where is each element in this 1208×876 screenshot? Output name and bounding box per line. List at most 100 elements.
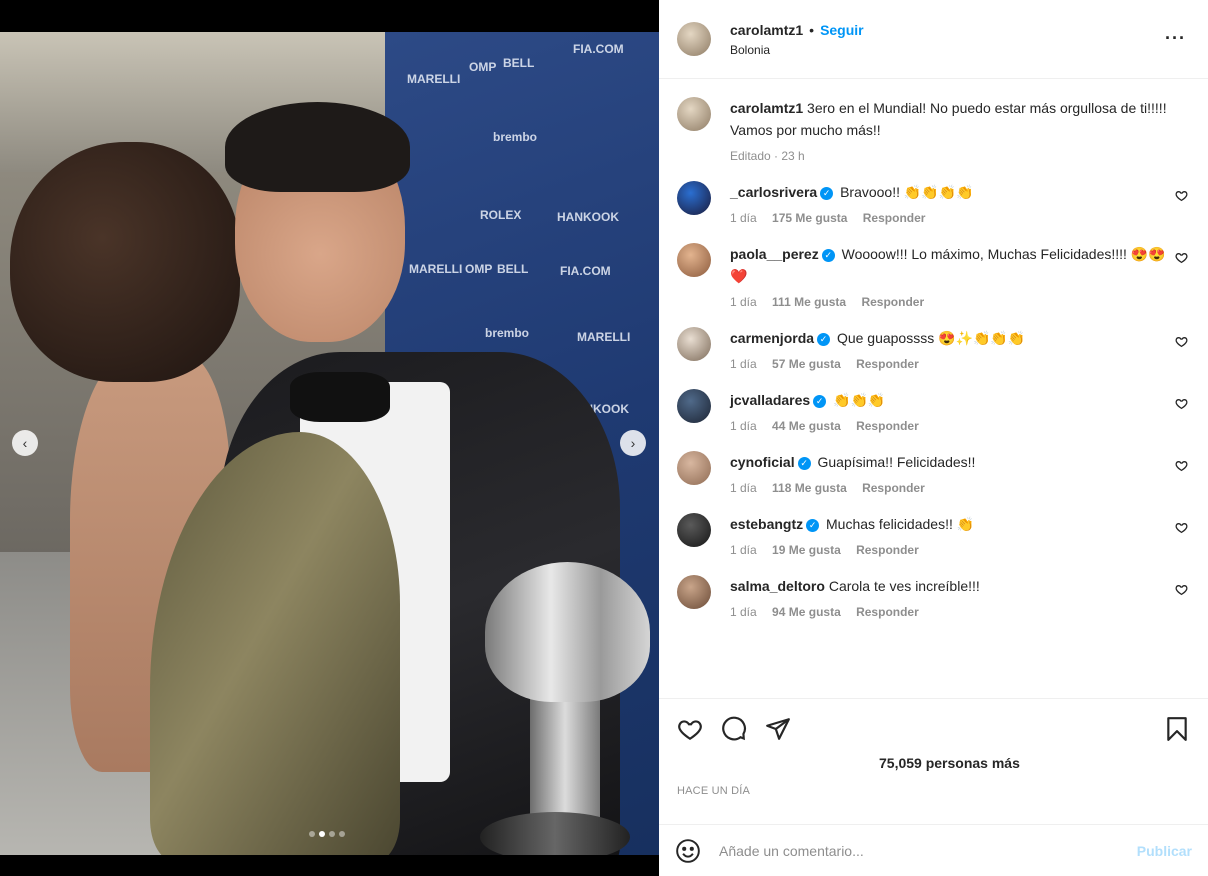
- comment-body: _carlosrivera ✓ Bravooo!! 👏👏👏👏 1 día 175 …: [730, 181, 1170, 225]
- verified-badge-icon: ✓: [806, 518, 820, 532]
- commenter-username[interactable]: salma_deltoro: [730, 578, 825, 594]
- trophy-base: [480, 812, 630, 855]
- publish-button[interactable]: Publicar: [1137, 843, 1192, 859]
- post-header: carolamtz1 • Seguir Bolonia ···: [659, 0, 1208, 79]
- reply-button[interactable]: Responder: [861, 295, 924, 309]
- backdrop-text: MARELLI: [577, 330, 631, 344]
- commenter-username[interactable]: carmenjorda: [730, 330, 814, 346]
- post-location[interactable]: Bolonia: [730, 43, 864, 57]
- more-options-button[interactable]: ···: [1165, 28, 1186, 49]
- heart-icon: [1175, 337, 1188, 348]
- comment-bubble-icon: [722, 716, 746, 741]
- like-button[interactable]: [677, 716, 703, 742]
- likes-count[interactable]: 75,059 personas más: [659, 755, 1208, 771]
- post-caption: carolamtz1 3ero en el Mundial! No puedo …: [677, 80, 1190, 163]
- comment-input[interactable]: [719, 842, 1137, 859]
- bookmark-icon: [1167, 717, 1187, 741]
- commenter-avatar[interactable]: [677, 451, 711, 485]
- comment-time: 1 día: [730, 481, 757, 495]
- verified-badge-icon: ✓: [797, 456, 811, 470]
- comment-time: 1 día: [730, 419, 757, 433]
- verified-badge-icon: ✓: [813, 394, 827, 408]
- comment-time: 1 día: [730, 543, 757, 557]
- comment-like-button[interactable]: [1175, 251, 1188, 267]
- commenter-avatar[interactable]: [677, 327, 711, 361]
- commenter-avatar[interactable]: [677, 243, 711, 277]
- comment-text: Carola te ves increíble!!!: [828, 578, 980, 594]
- commenter-avatar[interactable]: [677, 575, 711, 609]
- comments-list[interactable]: carolamtz1 3ero en el Mundial! No puedo …: [659, 80, 1208, 698]
- reply-button[interactable]: Responder: [862, 481, 925, 495]
- comment-likes[interactable]: 111 Me gusta: [772, 295, 846, 309]
- comment-meta: 1 día 175 Me gusta Responder: [730, 211, 1170, 225]
- comment-like-button[interactable]: [1175, 459, 1188, 475]
- commenter-username[interactable]: jcvalladares: [730, 392, 810, 408]
- next-slide-button[interactable]: ›: [620, 430, 646, 456]
- comment-like-button[interactable]: [1175, 189, 1188, 205]
- author-avatar[interactable]: [677, 22, 711, 56]
- follow-button[interactable]: Seguir: [820, 22, 864, 38]
- comment-time: 1 día: [730, 605, 757, 619]
- reply-button[interactable]: Responder: [856, 605, 919, 619]
- commenter-username[interactable]: estebangtz: [730, 516, 803, 532]
- caption-username[interactable]: carolamtz1: [730, 100, 803, 116]
- comment-body: carmenjorda ✓ Que guapossss 😍✨👏👏👏 1 día 5…: [730, 327, 1170, 371]
- comment-body: paola__perez ✓ Woooow!!! Lo máximo, Mucha…: [730, 243, 1170, 309]
- carousel-dot: [329, 831, 335, 837]
- comment-row: carmenjorda ✓ Que guapossss 😍✨👏👏👏 1 día 5…: [677, 327, 1190, 371]
- prev-slide-button[interactable]: ‹: [12, 430, 38, 456]
- comment-likes[interactable]: 57 Me gusta: [772, 357, 841, 371]
- reply-button[interactable]: Responder: [856, 419, 919, 433]
- emoji-smile-icon[interactable]: [675, 838, 701, 864]
- caption-time: Editado · 23 h: [730, 149, 805, 163]
- comment-text: Bravooo!! 👏👏👏👏: [840, 184, 974, 200]
- comment-like-button[interactable]: [1175, 397, 1188, 413]
- verified-badge-icon: ✓: [820, 186, 834, 200]
- comment-text-line: cynoficial ✓ Guapísima!! Felicidades!!: [730, 451, 1170, 473]
- comment-text: Muchas felicidades!! 👏: [826, 516, 975, 532]
- comment-body: jcvalladares ✓ 👏👏👏 1 día 44 Me gusta Resp…: [730, 389, 1170, 433]
- comment-button[interactable]: [721, 716, 747, 742]
- caption-body: carolamtz1 3ero en el Mundial! No puedo …: [730, 97, 1170, 163]
- comment-likes[interactable]: 94 Me gusta: [772, 605, 841, 619]
- commenter-avatar[interactable]: [677, 181, 711, 215]
- comment-likes[interactable]: 175 Me gusta: [772, 211, 847, 225]
- author-username[interactable]: carolamtz1: [730, 22, 803, 38]
- comment-like-button[interactable]: [1175, 583, 1188, 599]
- heart-icon: [1175, 461, 1188, 472]
- comment-time: 1 día: [730, 211, 757, 225]
- commenter-username[interactable]: _carlosrivera: [730, 184, 817, 200]
- comment-likes[interactable]: 118 Me gusta: [772, 481, 847, 495]
- comment-row: paola__perez ✓ Woooow!!! Lo máximo, Mucha…: [677, 243, 1190, 309]
- share-button[interactable]: [765, 716, 791, 742]
- commenter-avatar[interactable]: [677, 513, 711, 547]
- post-modal: FIA.COM OMP BELL MARELLI brembo HANKOOK …: [0, 0, 1208, 876]
- comment-likes[interactable]: 44 Me gusta: [772, 419, 841, 433]
- backdrop-text: brembo: [493, 130, 538, 144]
- commenter-username[interactable]: cynoficial: [730, 454, 795, 470]
- comment-like-button[interactable]: [1175, 335, 1188, 351]
- backdrop-text: OMP: [465, 262, 493, 276]
- comment-row: salma_deltoro Carola te ves increíble!!!…: [677, 575, 1190, 619]
- commenter-avatar[interactable]: [677, 389, 711, 423]
- comment-body: salma_deltoro Carola te ves increíble!!!…: [730, 575, 1170, 619]
- caption-avatar[interactable]: [677, 97, 711, 131]
- comment-meta: 1 día 118 Me gusta Responder: [730, 481, 1170, 495]
- action-bar: 75,059 personas más HACE UN DÍA: [659, 698, 1208, 797]
- comment-text-line: carmenjorda ✓ Que guapossss 😍✨👏👏👏: [730, 327, 1170, 349]
- commenter-username[interactable]: paola__perez: [730, 246, 819, 262]
- comment-body: cynoficial ✓ Guapísima!! Felicidades!! 1 …: [730, 451, 1170, 495]
- reply-button[interactable]: Responder: [863, 211, 926, 225]
- more-horizontal-icon: ···: [1165, 28, 1186, 48]
- save-button[interactable]: [1164, 716, 1190, 742]
- comment-like-button[interactable]: [1175, 521, 1188, 537]
- comment-row: jcvalladares ✓ 👏👏👏 1 día 44 Me gusta Resp…: [677, 389, 1190, 433]
- separator: •: [809, 21, 815, 38]
- author-info: carolamtz1 • Seguir Bolonia: [730, 22, 864, 57]
- comment-time: 1 día: [730, 295, 757, 309]
- comment-likes[interactable]: 19 Me gusta: [772, 543, 841, 557]
- post-photo[interactable]: FIA.COM OMP BELL MARELLI brembo HANKOOK …: [0, 32, 659, 855]
- post-panel: carolamtz1 • Seguir Bolonia ··· carolamt…: [659, 0, 1208, 876]
- reply-button[interactable]: Responder: [856, 543, 919, 557]
- reply-button[interactable]: Responder: [856, 357, 919, 371]
